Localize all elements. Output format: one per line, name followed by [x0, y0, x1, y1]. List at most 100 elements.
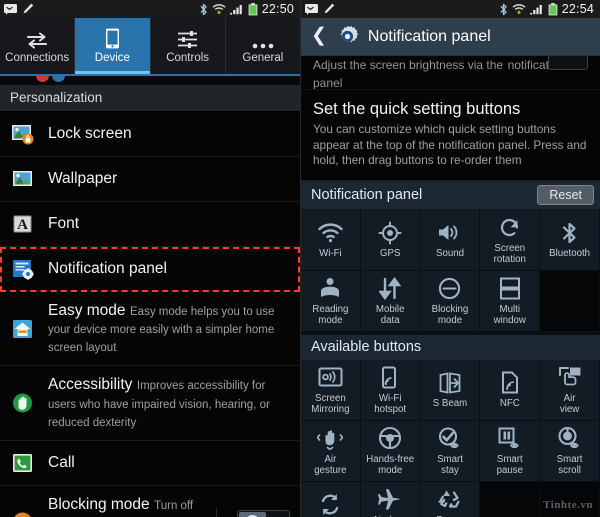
message-icon: [4, 3, 17, 15]
list-item-easy-mode[interactable]: Easy mode Easy mode helps you to use you…: [0, 292, 300, 367]
quick-button-bluetooth[interactable]: Bluetooth: [540, 210, 600, 272]
quick-button-multi-window[interactable]: Multi window: [480, 271, 541, 333]
settings-gear-icon: [336, 25, 359, 48]
smart-scroll-icon: [557, 426, 583, 451]
quick-button-reading-mode[interactable]: Reading mode: [301, 271, 361, 333]
sync-icon: [318, 492, 342, 517]
available-button-label: Screen Mirroring: [311, 392, 350, 415]
sound-speaker-icon: [437, 220, 462, 245]
settings-list: Personalization Lock screen Wallpaper A …: [0, 76, 300, 517]
mobile-data-icon: [379, 276, 402, 301]
blocking-mode-icon: [438, 276, 461, 301]
list-item-notification-panel[interactable]: Notification panel: [0, 247, 300, 292]
available-button-smart-stay[interactable]: Smart stay: [420, 421, 481, 483]
list-item-title: Accessibility: [48, 376, 133, 394]
smart-stay-icon: [437, 426, 463, 451]
available-button-label: Smart stay: [437, 453, 463, 476]
list-item-title: Notification panel: [48, 260, 167, 278]
notification-panel-icon: [10, 256, 36, 282]
quick-button-sound[interactable]: Sound: [420, 210, 481, 272]
row-divider: [216, 508, 217, 517]
available-button-label: Smart scroll: [556, 453, 583, 476]
available-button-s-beam[interactable]: S Beam: [420, 360, 481, 422]
left-screen-settings: 22:50 Connections Device Controls Genera…: [0, 0, 300, 517]
list-item-title: Font: [48, 215, 80, 233]
available-button-label: NFC: [499, 398, 520, 410]
blocking-mode-toggle[interactable]: [237, 509, 290, 517]
available-button-screen-mirroring[interactable]: Screen Mirroring: [301, 360, 361, 422]
list-item-font[interactable]: A Font: [0, 202, 300, 247]
quick-button-label: Reading mode: [312, 303, 349, 326]
list-item-text: Blocking mode Turn off notifications for…: [48, 495, 198, 517]
nfc-icon: [500, 370, 520, 395]
section-header-personalization: Personalization: [0, 85, 300, 112]
list-item-lock-screen[interactable]: Lock screen: [0, 112, 300, 157]
partial-row-above: [0, 76, 300, 85]
tab-device[interactable]: Device: [75, 18, 151, 74]
available-button-wifi-hotspot[interactable]: Wi-Fi hotspot: [360, 360, 421, 422]
list-item-title: Easy mode: [48, 302, 126, 319]
air-gesture-icon: [317, 426, 344, 451]
partial-row-icons: [36, 76, 65, 82]
tab-connections[interactable]: Connections: [0, 18, 76, 74]
brightness-toggle[interactable]: [548, 56, 588, 70]
bluetooth-icon: [499, 3, 508, 16]
tab-label: Connections: [5, 51, 70, 64]
multi-window-icon: [499, 276, 521, 301]
quick-button-blocking-mode[interactable]: Blocking mode: [420, 271, 481, 333]
list-item-accessibility[interactable]: Accessibility Improves accessibility for…: [0, 366, 300, 441]
available-button-air-view[interactable]: Air view: [540, 360, 600, 422]
tab-label: Controls: [166, 51, 210, 64]
quick-button-wifi[interactable]: Wi-Fi: [301, 210, 361, 272]
chevron-left-icon[interactable]: ❮: [311, 26, 327, 47]
list-item-title: Wallpaper: [48, 170, 118, 188]
available-button-sync[interactable]: Sync: [301, 482, 361, 517]
wifi-icon: [512, 3, 526, 15]
list-item-call[interactable]: Call: [0, 440, 300, 486]
available-button-smart-pause[interactable]: Smart pause: [480, 421, 541, 483]
list-item-blocking-mode[interactable]: Blocking mode Turn off notifications for…: [0, 485, 300, 517]
available-button-hands-free-mode[interactable]: Hands-free mode: [360, 421, 421, 483]
device-phone-icon: [105, 28, 120, 49]
quick-button-gps[interactable]: GPS: [360, 210, 421, 272]
status-bar-right-icons: 22:50: [199, 2, 296, 16]
wifi-icon: [212, 3, 226, 15]
info-body: You can customize which quick setting bu…: [313, 122, 587, 168]
message-icon: [305, 3, 318, 15]
controls-sliders-icon: [177, 29, 199, 49]
settings-tabbar: Connections Device Controls General: [0, 18, 300, 74]
reading-mode-icon: [318, 276, 342, 301]
reset-button[interactable]: Reset: [537, 185, 594, 206]
quick-button-label: Screen rotation: [493, 242, 526, 265]
blocking-mode-icon: [10, 509, 36, 517]
available-button-smart-scroll[interactable]: Smart scroll: [540, 421, 600, 483]
list-item-brightness-clipped[interactable]: Adjust the screen brightness via the not…: [301, 56, 600, 90]
svg-text:A: A: [17, 217, 28, 233]
wifi-hotspot-icon: [380, 365, 400, 390]
available-button-airplane-mode[interactable]: Airplane mode: [360, 482, 421, 517]
action-bar: ❮ Notification panel: [301, 18, 600, 56]
available-button-power-saving[interactable]: Power saving: [420, 482, 481, 517]
notification-panel-grid: Wi-Fi GPS Sound Screen rotation Bluetoot…: [301, 210, 600, 333]
available-button-empty: [480, 482, 541, 517]
available-button-air-gesture[interactable]: Air gesture: [301, 421, 361, 483]
tab-label: Device: [94, 51, 130, 64]
page-title: Notification panel: [367, 27, 491, 45]
tab-controls[interactable]: Controls: [151, 18, 226, 74]
quick-button-label: Wi-Fi: [319, 248, 342, 260]
list-item-wallpaper[interactable]: Wallpaper: [0, 157, 300, 202]
watermark: Tinhte.vn: [543, 499, 593, 511]
quick-button-label: GPS: [379, 248, 401, 260]
tab-general[interactable]: General: [226, 18, 300, 74]
more-dots-icon: [251, 29, 275, 49]
quick-button-label: Bluetooth: [549, 248, 591, 260]
call-phone-icon: [10, 450, 36, 476]
hands-free-mode-icon: [378, 426, 402, 451]
available-button-nfc[interactable]: NFC: [480, 360, 541, 422]
available-button-label: Air view: [559, 392, 580, 415]
battery-icon: [248, 2, 258, 16]
screenshot-root: 22:50 Connections Device Controls Genera…: [0, 0, 600, 517]
screen-rotation-icon: [498, 215, 521, 240]
quick-button-mobile-data[interactable]: Mobile data: [360, 271, 421, 333]
quick-button-screen-rotation[interactable]: Screen rotation: [480, 210, 541, 272]
